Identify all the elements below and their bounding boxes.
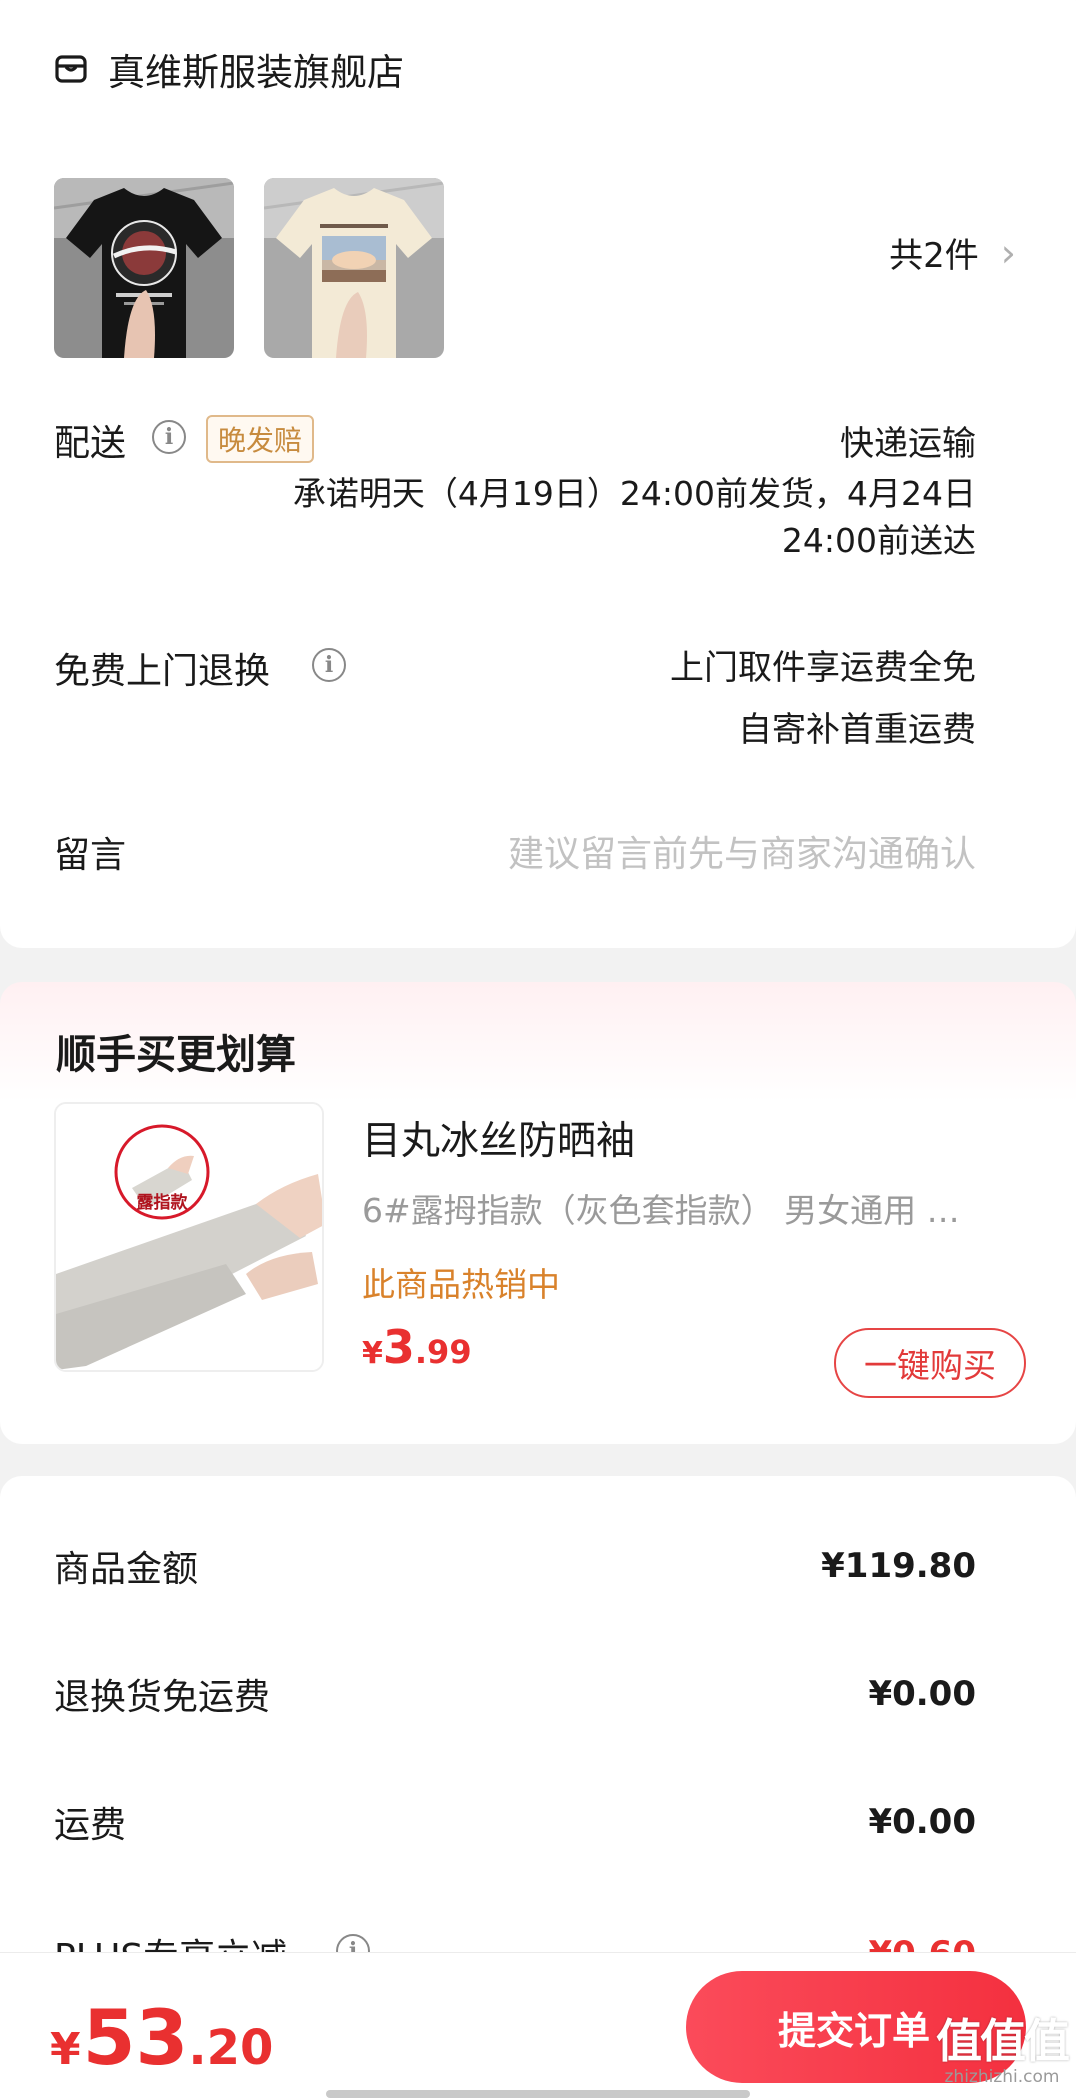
recommend-product-image[interactable]: 露指款 — [54, 1102, 324, 1372]
goods-amount-value: ¥119.80 — [821, 1546, 976, 1586]
delivery-info-icon[interactable]: i — [152, 420, 186, 454]
message-label: 留言 — [54, 835, 127, 876]
item-count-row[interactable]: 共2件 › — [889, 228, 1016, 277]
chevron-right-icon: › — [1000, 230, 1016, 275]
watermark-domain: zhizhizhi.com — [944, 2067, 1060, 2087]
free-return-label: 免费上门退换 — [54, 651, 271, 692]
recommend-price-int: 3 — [382, 1320, 415, 1374]
item-count: 共2件 — [889, 236, 979, 276]
recommend-price-symbol: ¥ — [362, 1336, 383, 1371]
total-price: ¥ 53 .20 — [50, 1993, 273, 2082]
home-indicator[interactable] — [326, 2090, 750, 2098]
delivery-promise: 承诺明天（4月19日）24:00前发货，4月24日24:00前送达 — [292, 474, 976, 560]
message-input[interactable]: 建议留言前先与商家沟通确认 — [508, 825, 976, 877]
recommend-card: 顺手买更划算 露指款 目丸冰丝防晒袖 6#露拇指款（灰色套指款） 男女通用 … … — [0, 982, 1076, 1444]
watermark: 值值值 zhizhizhi.com — [936, 2005, 1070, 2087]
shipping-fee-value: ¥0.00 — [868, 1802, 976, 1842]
recommend-product-spec[interactable]: 6#露拇指款（灰色套指款） 男女通用 … — [362, 1184, 1022, 1232]
total-price-dec: .20 — [188, 2020, 274, 2076]
return-fee-label: 退换货免运费 — [54, 1677, 271, 1718]
delivery-label: 配送 — [54, 423, 127, 464]
return-self-ship-text: 自寄补首重运费 — [738, 710, 976, 750]
return-info-icon[interactable]: i — [312, 648, 346, 682]
late-compensation-badge: 晚发赔 — [206, 415, 315, 463]
recommend-product-name[interactable]: 目丸冰丝防晒袖 — [362, 1110, 635, 1166]
recommend-title: 顺手买更划算 — [56, 1032, 296, 1078]
submit-order-label: 提交订单 — [778, 2008, 931, 2053]
hot-selling-label: 此商品热销中 — [362, 1265, 560, 1304]
goods-amount-label: 商品金额 — [54, 1549, 199, 1590]
return-fee-value: ¥0.00 — [868, 1674, 976, 1714]
recommend-price: ¥ 3 .99 — [362, 1320, 472, 1374]
total-price-int: 53 — [82, 1993, 189, 2082]
shipping-fee-label: 运费 — [54, 1805, 127, 1846]
checkout-bar: ¥ 53 .20 提交订单 值值值 zhizhizhi.com — [0, 1952, 1076, 2100]
product-thumbnail-black-tshirt[interactable] — [54, 178, 234, 358]
product-thumbnail-cream-tshirt[interactable] — [264, 178, 444, 358]
store-icon — [54, 52, 88, 86]
recommend-price-dec: .99 — [414, 1333, 472, 1371]
store-name: 真维斯服装旗舰店 — [108, 51, 404, 94]
return-pickup-text: 上门取件享运费全免 — [670, 648, 976, 688]
total-price-symbol: ¥ — [50, 2024, 81, 2075]
one-click-buy-button[interactable]: 一键购买 — [834, 1328, 1026, 1398]
delivery-method: 快递运输 — [840, 424, 976, 464]
recommend-image-label: 露指款 — [137, 1192, 189, 1213]
order-info-card: 真维斯服装旗舰店 共2件 › 配送 i 晚发赔 快递运输 承诺明天（4月19日）… — [0, 0, 1076, 948]
store-header[interactable]: 真维斯服装旗舰店 — [54, 42, 404, 96]
watermark-logo: 值值值 — [936, 2014, 1070, 2068]
